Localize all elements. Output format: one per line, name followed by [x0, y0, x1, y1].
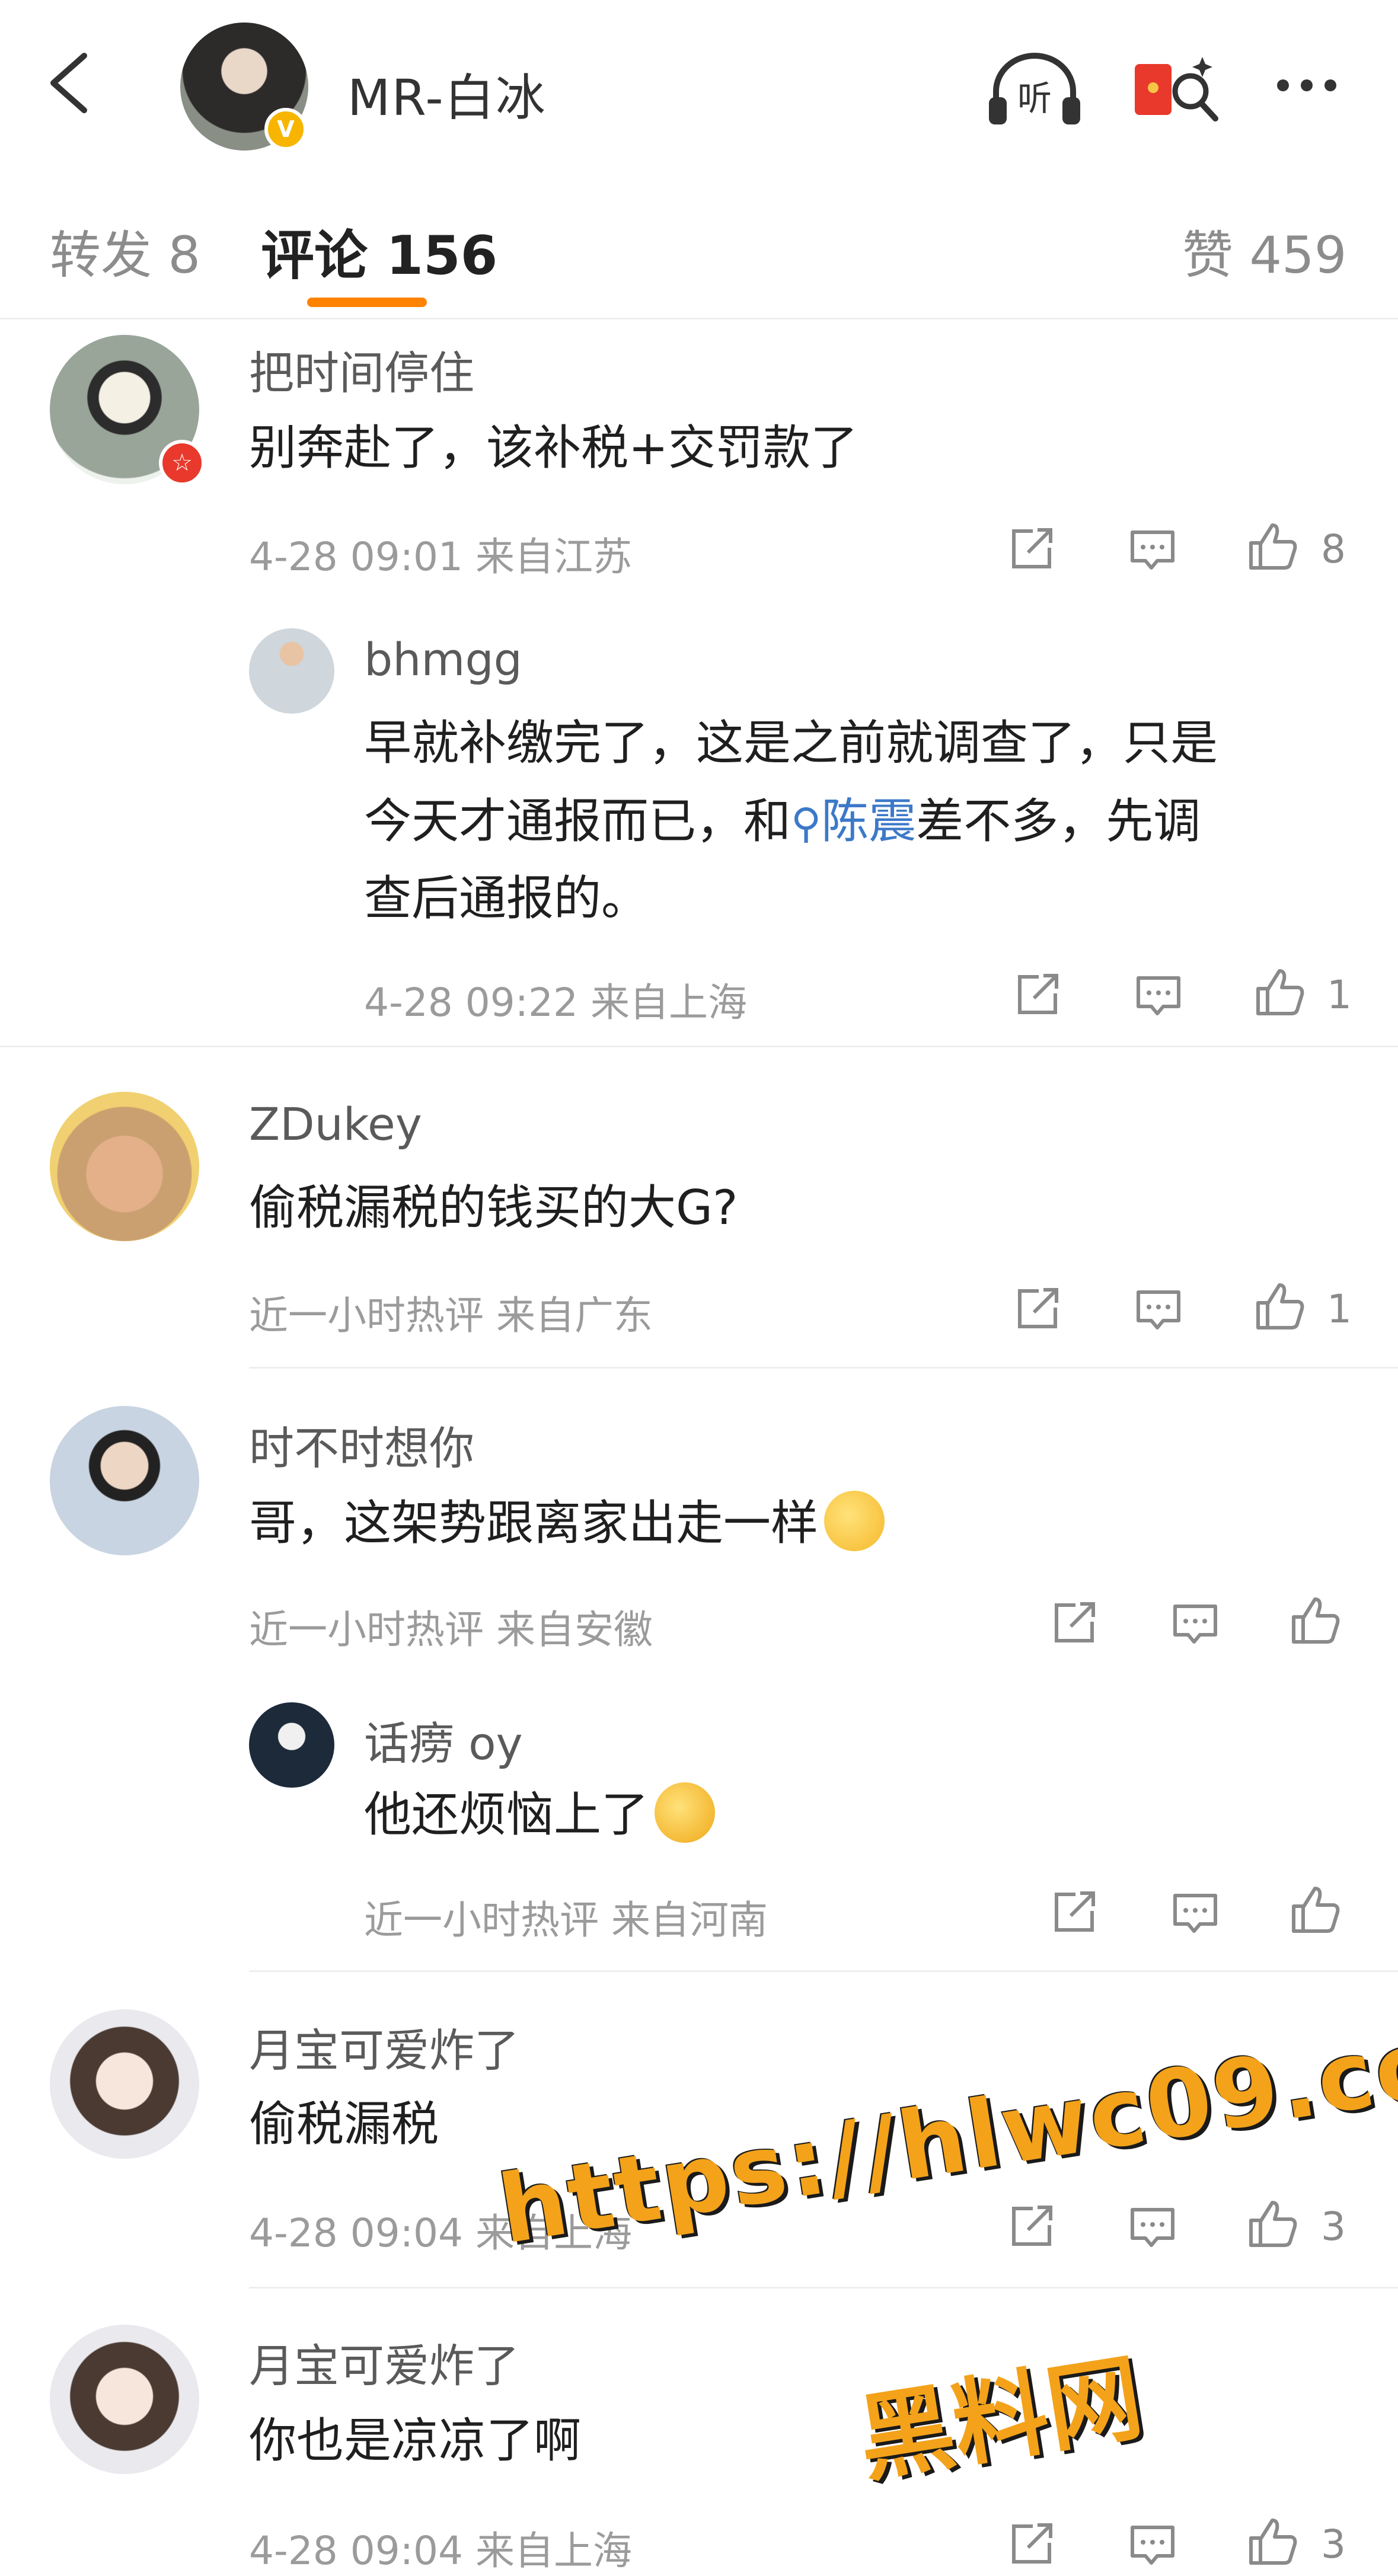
verified-badge: V [264, 108, 307, 151]
tab-comments[interactable]: 评论 156 [261, 212, 497, 289]
listen-label: 听 [1017, 78, 1052, 119]
member-badge-icon: ☆ [159, 440, 205, 486]
red-packet-button[interactable] [1126, 51, 1227, 128]
divider [249, 2287, 1398, 2289]
comment-icon[interactable] [1123, 519, 1182, 579]
share-icon[interactable] [1045, 1593, 1104, 1653]
share-icon[interactable] [1045, 1883, 1104, 1942]
share-icon[interactable] [1002, 2197, 1061, 2256]
red-packet-icon [1135, 57, 1218, 122]
comment-icon[interactable] [1123, 2197, 1182, 2256]
like-icon[interactable] [1250, 1277, 1309, 1336]
like-icon[interactable] [1285, 1880, 1345, 1939]
reply-line-2: 今天才通报而已，和⚲陈震差不多，先调 [364, 782, 1201, 862]
like-icon[interactable] [1243, 517, 1302, 576]
reply-line-1: 早就补缴完了，这是之前就调查了，只是 [364, 715, 1218, 771]
comment-text: 偷税漏税的钱买的大G? [249, 1180, 738, 1235]
chevron-left-icon[interactable] [36, 47, 107, 119]
share-icon[interactable] [1008, 1279, 1067, 1338]
reply-text-content: 他还烦恼上了 [364, 1787, 649, 1842]
watermark-label: 黑料网 [851, 2341, 1150, 2496]
listen-button[interactable]: 听 [984, 51, 1085, 128]
commenter-avatar[interactable] [50, 1092, 199, 1241]
reply-text-segment: 今天才通报而已，和 [364, 794, 791, 849]
divider [249, 1367, 1398, 1369]
divider [0, 1046, 1398, 1047]
more-icon [1277, 79, 1336, 91]
topic-link[interactable]: ⚲陈震 [791, 794, 916, 849]
share-icon[interactable] [1002, 519, 1061, 579]
commenter-avatar[interactable] [50, 1406, 199, 1555]
search-icon: ⚲ [791, 799, 822, 848]
comment-icon[interactable] [1166, 1593, 1225, 1653]
commenter-avatar[interactable] [50, 2009, 199, 2159]
like-icon[interactable] [1243, 2512, 1302, 2571]
comment-meta: 近一小时热评 来自安徽 [249, 1607, 653, 1653]
active-tab-indicator [307, 298, 427, 307]
reply-meta: 近一小时热评 来自河南 [364, 1897, 768, 1943]
topic-link-text: 陈震 [821, 794, 917, 849]
share-icon[interactable] [1002, 2514, 1061, 2574]
reply-text-segment: 差不多，先调 [916, 794, 1201, 849]
like-count: 3 [1321, 2521, 1346, 2567]
comment-icon[interactable] [1123, 2514, 1182, 2574]
more-button[interactable] [1263, 51, 1364, 128]
like-icon[interactable] [1243, 2194, 1302, 2254]
headphones-icon: 听 [989, 53, 1080, 124]
comment-meta: 4-28 09:01 来自江苏 [249, 534, 632, 580]
reply-meta: 4-28 09:22 来自上海 [364, 980, 747, 1025]
commenter-name[interactable]: 时不时想你 [249, 1412, 474, 1477]
divider [249, 1970, 1398, 1972]
like-count: 1 [1327, 1286, 1352, 1332]
comment-text: 偷税漏税 [249, 2096, 439, 2152]
author-name[interactable]: MR-白冰 [347, 58, 547, 130]
like-count: 3 [1321, 2204, 1346, 2249]
reply-text: 他还烦恼上了 [364, 1776, 715, 1854]
shush-emoji [824, 1491, 885, 1551]
commenter-name[interactable]: 月宝可爱炸了 [249, 2329, 519, 2395]
like-icon[interactable] [1250, 963, 1309, 1022]
share-icon[interactable] [1008, 965, 1067, 1024]
divider [0, 318, 1398, 319]
reply-name[interactable]: 话痨 oy [364, 1707, 523, 1772]
tab-repost[interactable]: 转发 8 [50, 213, 200, 287]
commenter-name[interactable]: 月宝可爱炸了 [249, 2014, 519, 2079]
comment-text-content: 哥，这架势跟离家出走一样 [249, 1495, 818, 1551]
reply-line-3: 查后通报的。 [364, 871, 649, 926]
commenter-avatar[interactable] [50, 2325, 199, 2474]
comment-meta: 近一小时热评 来自广东 [249, 1293, 653, 1338]
comment-icon[interactable] [1166, 1883, 1225, 1942]
comment-icon[interactable] [1129, 965, 1188, 1024]
crying-laugh-emoji [655, 1782, 715, 1843]
like-icon[interactable] [1285, 1591, 1345, 1650]
comment-text: 你也是凉凉了啊 [249, 2413, 581, 2468]
reply-avatar[interactable] [249, 628, 334, 714]
comment-text: 别奔赴了，该补税+交罚款了 [249, 420, 858, 475]
comment-icon[interactable] [1129, 1279, 1188, 1338]
tab-likes[interactable]: 赞 459 [1182, 213, 1346, 287]
like-count: 1 [1327, 972, 1352, 1018]
comment-meta: 4-28 09:04 来自上海 [249, 2528, 632, 2574]
commenter-name[interactable]: ZDukey [249, 1098, 422, 1150]
comment-text: 哥，这架势跟离家出走一样 [249, 1484, 885, 1562]
like-count: 8 [1321, 526, 1346, 572]
commenter-name[interactable]: 把时间停住 [249, 337, 474, 402]
reply-avatar[interactable] [249, 1702, 334, 1788]
reply-name[interactable]: bhmgg [364, 633, 522, 686]
